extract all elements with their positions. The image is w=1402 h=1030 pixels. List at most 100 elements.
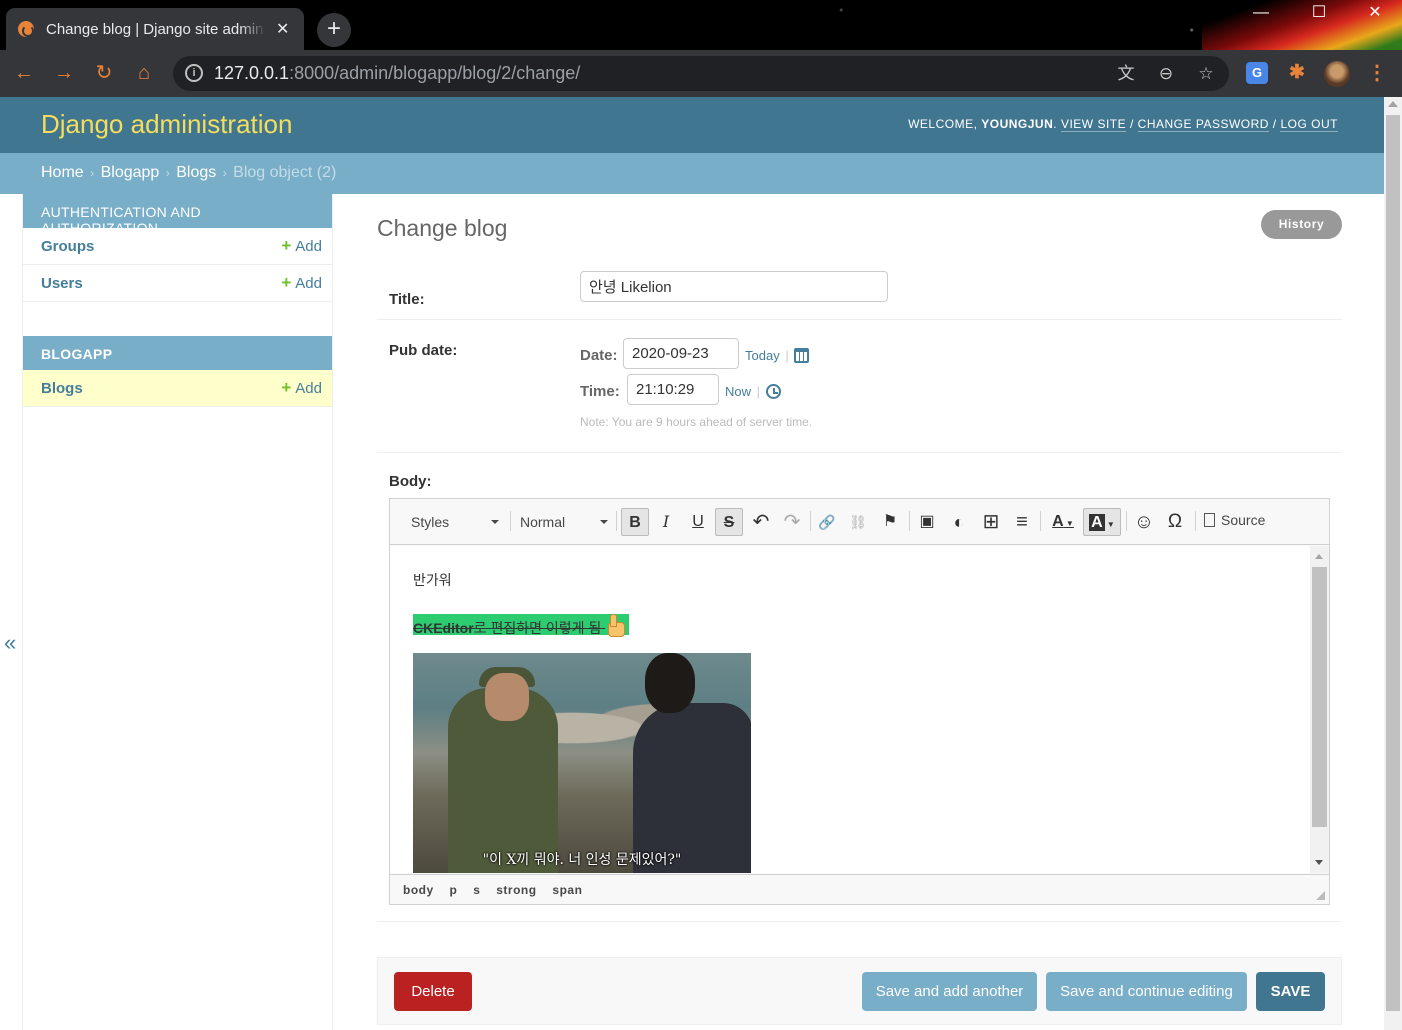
today-link[interactable]: Today xyxy=(745,348,780,363)
breadcrumb-separator: › xyxy=(222,166,227,180)
google-translate-extension-icon[interactable]: G xyxy=(1246,62,1268,84)
path-item-body[interactable]: body xyxy=(403,883,434,897)
window-minimize-button[interactable]: — xyxy=(1238,0,1284,28)
add-blogs-link[interactable]: + Add xyxy=(281,378,322,398)
address-bar[interactable]: i 127.0.0.1:8000/admin/blogapp/blog/2/ch… xyxy=(173,56,1229,91)
home-icon[interactable]: ⌂ xyxy=(132,61,156,85)
page-viewport: Django administration Welcome, youngjun.… xyxy=(0,97,1384,1030)
sidebar-item-label[interactable]: Groups xyxy=(41,238,94,255)
add-groups-link[interactable]: + Add xyxy=(281,236,322,256)
embedded-image[interactable]: "이 X끼 뭐야. 너 인성 문제있어?" xyxy=(413,653,751,873)
add-users-link[interactable]: + Add xyxy=(281,273,322,293)
bookmark-star-icon[interactable]: ☆ xyxy=(1195,63,1217,85)
window-maximize-button[interactable]: ☐ xyxy=(1296,0,1342,28)
path-item-p[interactable]: p xyxy=(450,883,458,897)
breadcrumb-app[interactable]: Blogapp xyxy=(101,164,160,181)
back-icon[interactable]: ← xyxy=(12,61,36,85)
image-subtitle: "이 X끼 뭐야. 너 인성 문제있어?" xyxy=(482,852,682,868)
breadcrumb-home[interactable]: Home xyxy=(41,164,84,181)
main-content: Change blog History Title: 안녕 Likelion P… xyxy=(377,194,1342,1030)
editor-scrollbar[interactable] xyxy=(1310,546,1329,873)
time-input[interactable]: 21:10:29 xyxy=(627,374,719,405)
module-caption-blogapp[interactable]: Blogapp xyxy=(23,336,332,370)
view-site-link[interactable]: View site xyxy=(1060,117,1127,132)
breadcrumb-separator: › xyxy=(165,166,170,180)
history-button[interactable]: History xyxy=(1261,210,1342,239)
clock-icon[interactable] xyxy=(765,384,781,399)
logout-link[interactable]: Log out xyxy=(1280,117,1338,132)
save-button[interactable]: SAVE xyxy=(1256,972,1325,1011)
source-button[interactable]: Source xyxy=(1204,512,1265,528)
site-info-icon[interactable]: i xyxy=(185,64,203,82)
redo-button[interactable]: ↷ xyxy=(778,508,806,536)
calendar-icon[interactable] xyxy=(794,348,810,363)
path-item-s[interactable]: s xyxy=(473,883,480,897)
now-link[interactable]: Now xyxy=(725,384,751,399)
strikethrough-button[interactable]: S xyxy=(715,508,743,536)
undo-button[interactable]: ↶ xyxy=(747,508,775,536)
thumbs-up-icon xyxy=(605,614,626,637)
form-row-title: Title: 안녕 Likelion xyxy=(377,271,1342,320)
address-url[interactable]: 127.0.0.1:8000/admin/blogapp/blog/2/chan… xyxy=(214,63,580,84)
scroll-thumb[interactable] xyxy=(1386,115,1400,1011)
reload-icon[interactable]: ↻ xyxy=(92,61,116,85)
sidebar-toggle-icon[interactable]: « xyxy=(4,630,16,656)
delete-button[interactable]: Delete xyxy=(394,972,472,1011)
resize-handle[interactable] xyxy=(1316,891,1325,900)
date-input[interactable]: 2020-09-23 xyxy=(623,338,739,369)
chevron-down-icon xyxy=(600,520,608,524)
translate-page-icon[interactable]: 文 xyxy=(1115,63,1137,85)
bold-button[interactable]: B xyxy=(621,508,649,536)
link-button[interactable]: 🔗 xyxy=(813,508,841,536)
background-color-button[interactable]: A ▼ xyxy=(1083,508,1121,536)
browser-tab[interactable]: Change blog | Django site admin ✕ xyxy=(6,8,304,50)
horizontal-line-button[interactable]: ≡ xyxy=(1008,508,1036,536)
save-and-add-another-button[interactable]: Save and add another xyxy=(862,972,1037,1011)
extensions-puzzle-icon[interactable]: ✱ xyxy=(1286,62,1308,84)
italic-button[interactable]: I xyxy=(652,508,680,536)
source-doc-icon xyxy=(1204,513,1215,527)
window-close-button[interactable]: ✕ xyxy=(1352,0,1398,28)
scroll-up-icon[interactable] xyxy=(1315,554,1323,559)
styles-dropdown[interactable]: Styles xyxy=(411,509,499,535)
special-char-button[interactable]: Ω xyxy=(1161,508,1189,536)
anchor-button[interactable]: ⚑ xyxy=(876,508,904,536)
scroll-thumb[interactable] xyxy=(1312,567,1327,827)
zoom-icon[interactable]: ⊖ xyxy=(1155,63,1177,85)
breadcrumb-model[interactable]: Blogs xyxy=(176,164,216,181)
editor-toolbar: Styles Normal B I U S ↶ ↷ 🔗 ⛓ ⚑ ▣ ◐ ⊞ ≡ … xyxy=(390,499,1329,545)
browser-toolbar: ← → ↻ ⌂ i 127.0.0.1:8000/admin/blogapp/b… xyxy=(0,50,1402,97)
sidebar-item-label[interactable]: Users xyxy=(41,275,83,292)
editor-content-area[interactable]: 반가워 CKEditor로 편집하면 이렇게 됨 "이 X끼 뭐야. 너 인성 … xyxy=(390,546,1329,873)
breadcrumb: Home › Blogapp › Blogs › Blog object (2) xyxy=(0,153,1384,194)
text-color-button[interactable]: A ▼ xyxy=(1046,508,1080,536)
underline-button[interactable]: U xyxy=(684,508,712,536)
module-caption-auth[interactable]: Authentication and Authorization xyxy=(23,194,332,236)
scroll-down-icon[interactable] xyxy=(1315,860,1323,865)
change-password-link[interactable]: Change password xyxy=(1137,117,1269,132)
forward-icon[interactable]: → xyxy=(52,61,76,85)
format-dropdown[interactable]: Normal xyxy=(520,509,608,535)
title-input[interactable]: 안녕 Likelion xyxy=(580,271,888,302)
scroll-up-icon[interactable] xyxy=(1388,101,1398,107)
new-tab-button[interactable]: + xyxy=(317,13,351,47)
path-item-strong[interactable]: strong xyxy=(496,883,536,897)
add-label: Add xyxy=(295,380,322,397)
sidebar-item-label[interactable]: Blogs xyxy=(41,380,83,397)
page-scrollbar[interactable] xyxy=(1384,97,1402,1030)
plus-icon: + xyxy=(281,378,292,397)
flash-button[interactable]: ◐ xyxy=(945,508,973,536)
table-button[interactable]: ⊞ xyxy=(977,508,1005,536)
save-and-continue-button[interactable]: Save and continue editing xyxy=(1046,972,1247,1011)
path-item-span[interactable]: span xyxy=(552,883,582,897)
profile-avatar[interactable] xyxy=(1324,61,1350,87)
smiley-button[interactable]: ☺ xyxy=(1130,508,1158,536)
user-tools-separator: / xyxy=(1272,117,1277,131)
image-button[interactable]: ▣ xyxy=(913,508,941,536)
tab-close-icon[interactable]: ✕ xyxy=(276,19,289,39)
site-branding[interactable]: Django administration xyxy=(41,109,292,140)
image-soldier-head xyxy=(485,673,529,721)
add-label: Add xyxy=(295,238,322,255)
browser-menu-icon[interactable]: ⋮ xyxy=(1366,62,1388,84)
unlink-button[interactable]: ⛓ xyxy=(844,508,872,536)
